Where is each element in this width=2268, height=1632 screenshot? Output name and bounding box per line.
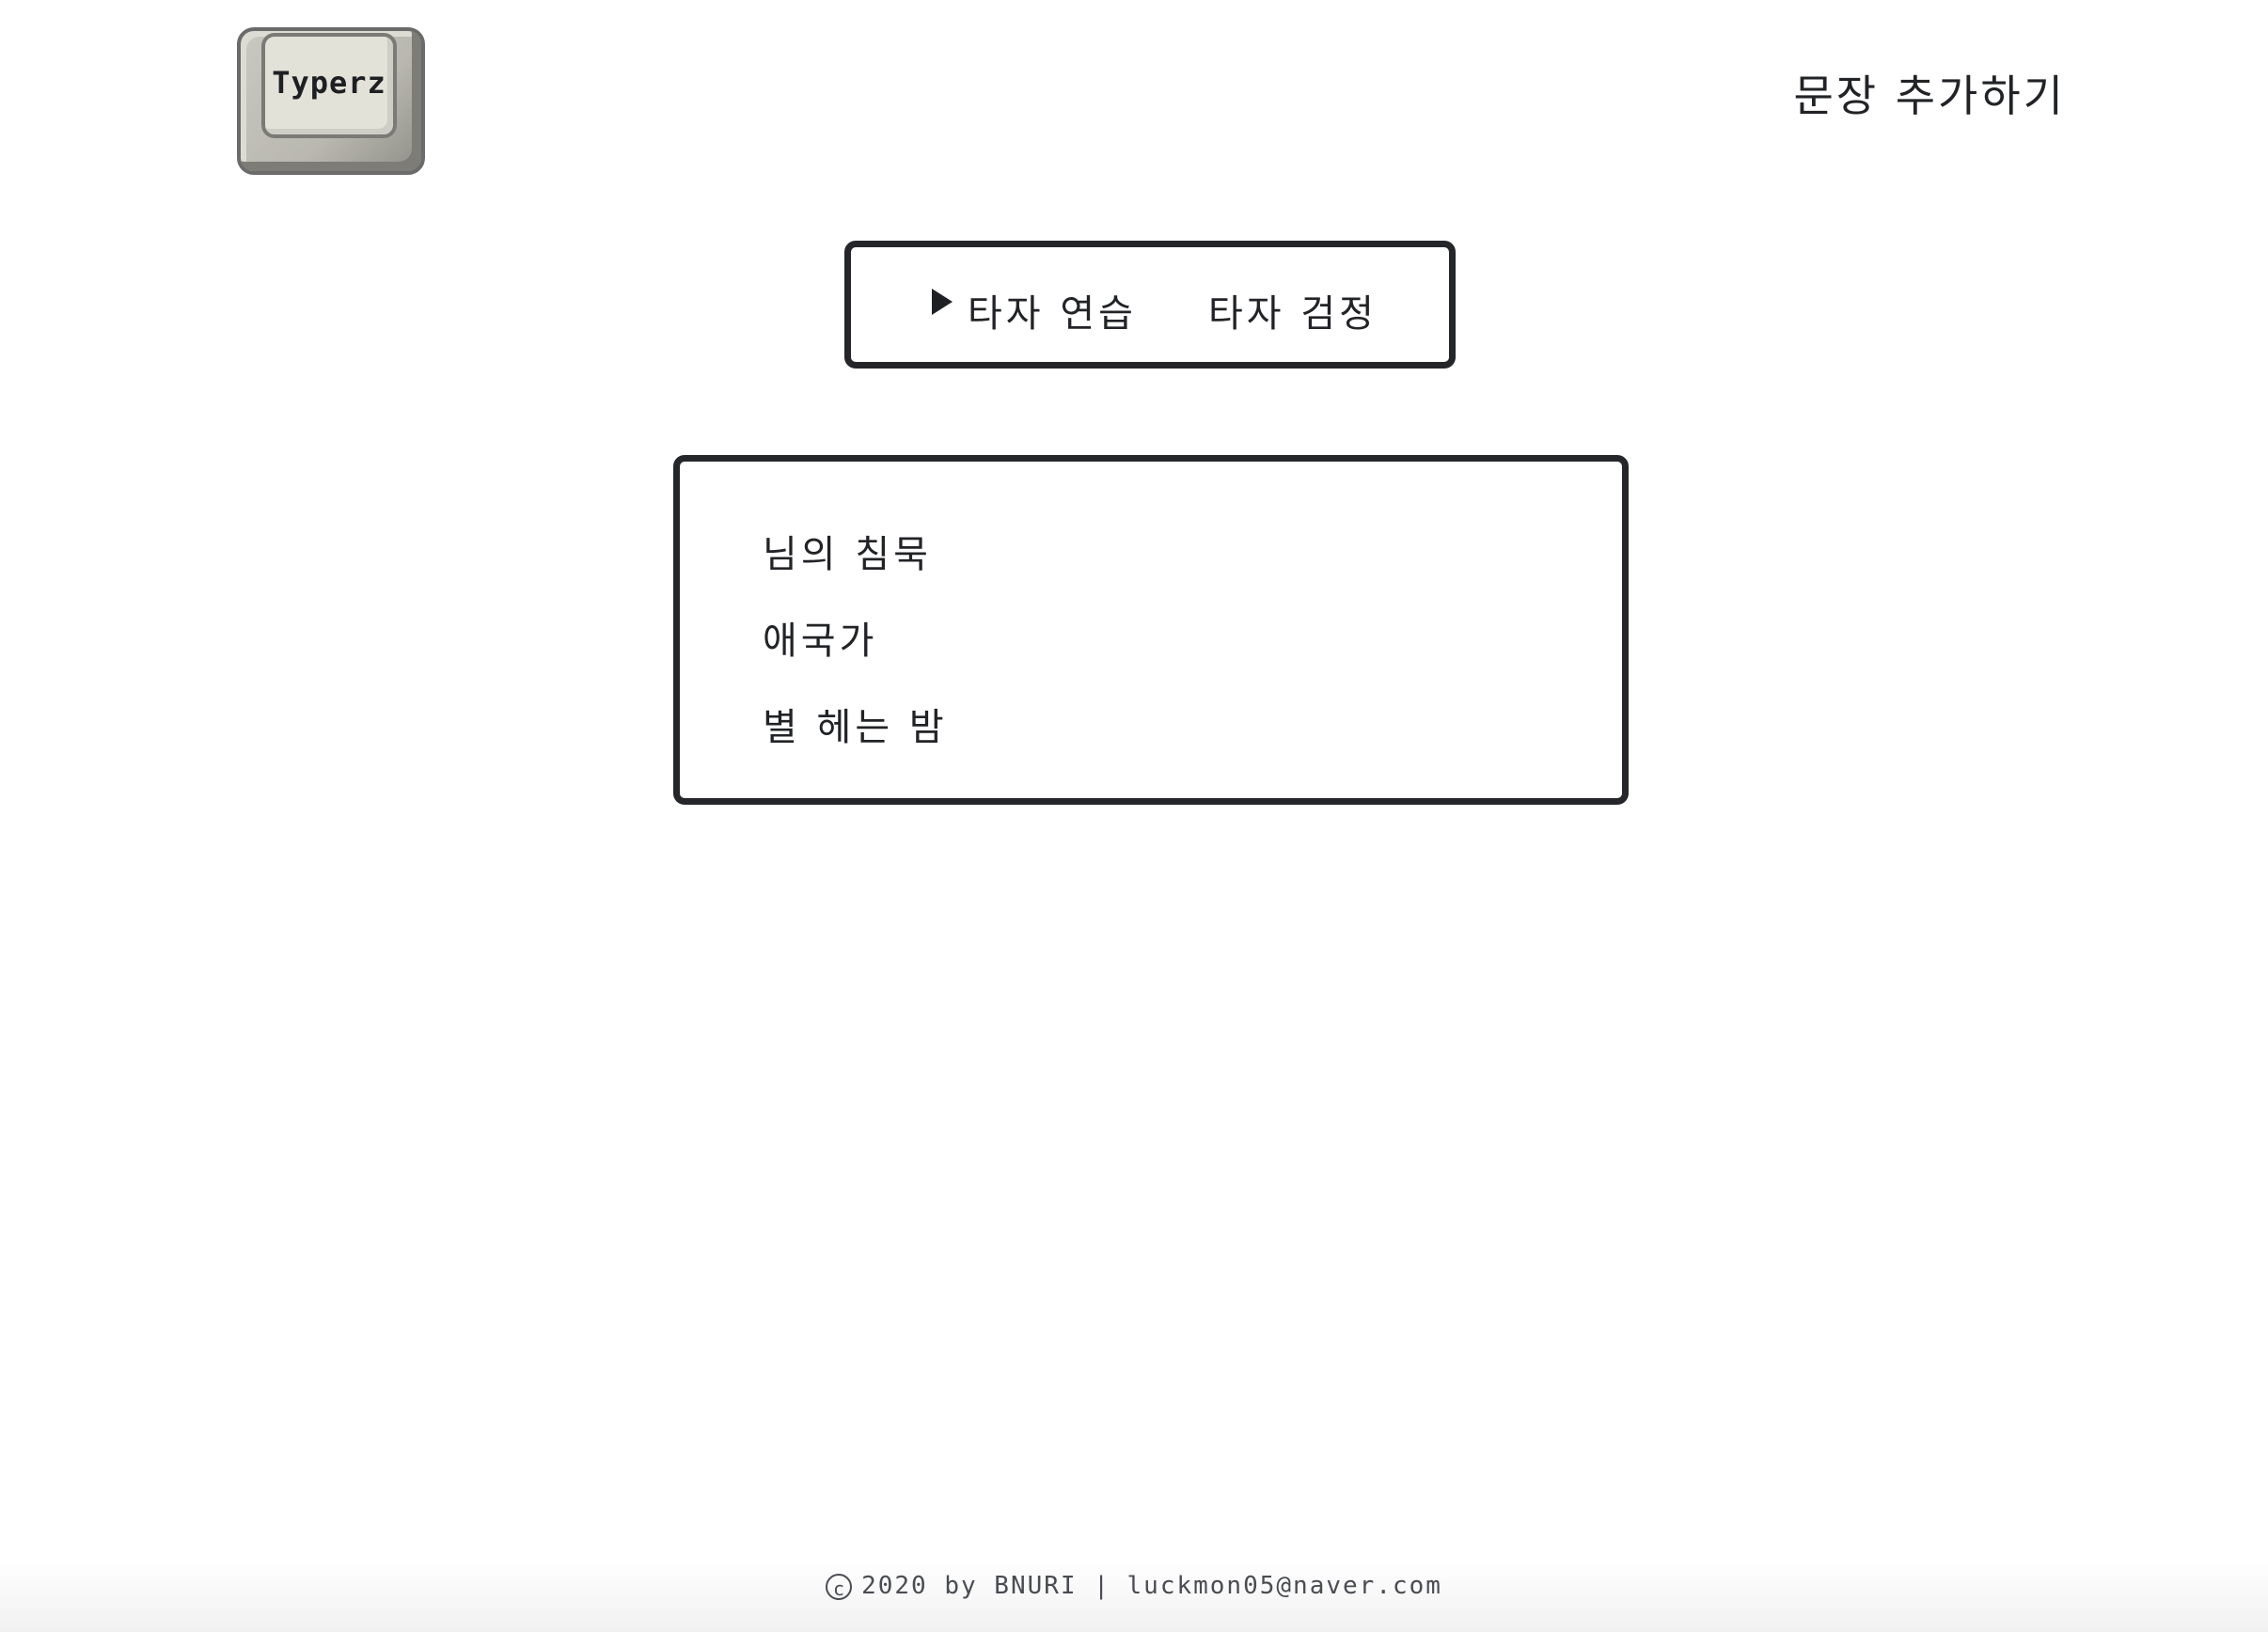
list-item[interactable]: 애국가 bbox=[763, 610, 877, 665]
logo-keycap-top: Typerz bbox=[261, 33, 397, 138]
mode-item-practice[interactable]: 타자 연습 bbox=[968, 283, 1137, 337]
footer: c 2020 by BNURI | luckmon05@naver.com bbox=[0, 1557, 2268, 1632]
footer-credit: 2020 by BNURI | luckmon05@naver.com bbox=[861, 1572, 1442, 1600]
mode-menu: 타자 연습 타자 검정 bbox=[844, 241, 1456, 369]
text-list: 님의 침묵 애국가 별 헤는 밤 bbox=[673, 455, 1629, 805]
mode-item-test[interactable]: 타자 검정 bbox=[1208, 283, 1378, 337]
add-sentence-link[interactable]: 문장 추가하기 bbox=[1793, 62, 2066, 124]
footer-text-row: c 2020 by BNURI | luckmon05@naver.com bbox=[0, 1572, 2268, 1600]
list-item[interactable]: 님의 침묵 bbox=[763, 524, 932, 578]
logo-text: Typerz bbox=[272, 65, 386, 101]
list-item[interactable]: 별 헤는 밤 bbox=[763, 697, 948, 751]
logo-keycap[interactable]: Typerz bbox=[237, 27, 425, 175]
copyright-icon: c bbox=[826, 1573, 853, 1600]
triangle-pointer-icon bbox=[932, 289, 953, 315]
